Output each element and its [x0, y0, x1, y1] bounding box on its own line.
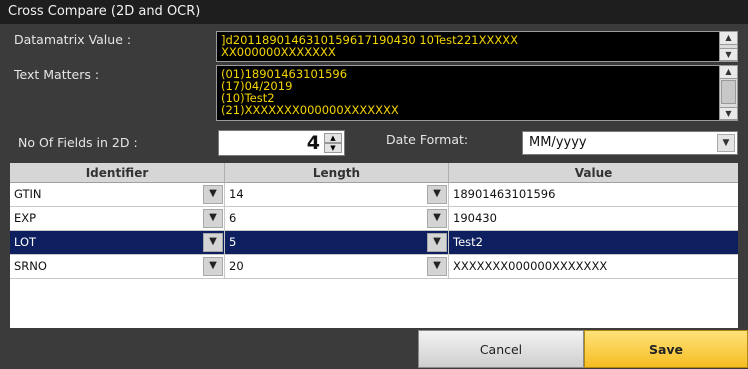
length-cell[interactable]: 5: [225, 231, 449, 254]
date-format-select[interactable]: MM/yyyy ▼: [522, 131, 738, 155]
length-cell[interactable]: 14: [225, 183, 449, 206]
text-matters-line-1: (01)18901463101596: [221, 67, 348, 81]
chevron-down-icon[interactable]: ▼: [203, 257, 223, 276]
length-cell[interactable]: 6: [225, 207, 449, 230]
identifier-grid: Identifier Length Value GTIN ▼ 14 ▼ 1890…: [10, 163, 738, 328]
fields-2d-value: 4: [306, 132, 320, 154]
identifier-cell[interactable]: EXP: [10, 207, 225, 230]
chevron-down-icon[interactable]: ▼: [203, 233, 223, 252]
table-row[interactable]: EXP ▼ 6 ▼ 190430: [10, 207, 738, 231]
chevron-down-icon[interactable]: ▼: [427, 185, 447, 204]
value-cell[interactable]: 18901463101596: [449, 183, 738, 206]
column-header-identifier[interactable]: Identifier: [10, 163, 225, 183]
column-header-value[interactable]: Value: [449, 163, 738, 183]
date-format-label: Date Format:: [386, 132, 469, 147]
window-title: Cross Compare (2D and OCR): [0, 0, 748, 24]
datamatrix-line-2: XX000000XXXXXXX: [221, 45, 336, 59]
length-cell[interactable]: 20: [225, 255, 449, 278]
save-button[interactable]: Save: [584, 330, 748, 368]
text-matters-field[interactable]: (01)18901463101596 (17)04/2019 (10)Test2…: [216, 65, 738, 121]
identifier-cell[interactable]: GTIN: [10, 183, 225, 206]
identifier-cell[interactable]: SRNO: [10, 255, 225, 278]
chevron-down-icon[interactable]: ▼: [203, 185, 223, 204]
table-row[interactable]: SRNO ▼ 20 ▼ XXXXXXX000000XXXXXXX: [10, 255, 738, 279]
scroll-down-icon[interactable]: ▼: [720, 107, 737, 120]
value-cell[interactable]: 190430: [449, 207, 738, 230]
identifier-cell[interactable]: LOT: [10, 231, 225, 254]
table-row-selected[interactable]: LOT ▼ 5 ▼ Test2: [10, 231, 738, 255]
column-header-length[interactable]: Length: [225, 163, 449, 183]
fields-2d-label: No Of Fields in 2D :: [18, 135, 138, 150]
scroll-up-icon[interactable]: ▲: [720, 66, 737, 79]
stepper-down-icon[interactable]: ▼: [324, 143, 342, 153]
datamatrix-value-field[interactable]: ]d2011890146310159617190430 10Test221XXX…: [216, 31, 738, 62]
text-matters-scrollbar[interactable]: ▲ ▼: [719, 66, 737, 120]
text-matters-label: Text Matters :: [14, 67, 100, 82]
chevron-down-icon[interactable]: ▼: [203, 209, 223, 228]
scroll-down-icon[interactable]: ▼: [720, 48, 737, 61]
fields-2d-stepper[interactable]: 4 ▲ ▼: [218, 130, 345, 156]
table-row[interactable]: GTIN ▼ 14 ▼ 18901463101596: [10, 183, 738, 207]
chevron-down-icon[interactable]: ▼: [717, 134, 735, 152]
value-cell[interactable]: Test2: [449, 231, 738, 254]
datamatrix-label: Datamatrix Value :: [14, 32, 132, 47]
cross-compare-dialog: Cross Compare (2D and OCR) Datamatrix Va…: [0, 0, 748, 368]
chevron-down-icon[interactable]: ▼: [427, 233, 447, 252]
text-matters-line-2: (17)04/2019: [221, 79, 293, 93]
scroll-up-icon[interactable]: ▲: [720, 32, 737, 45]
value-cell[interactable]: XXXXXXX000000XXXXXXX: [449, 255, 738, 278]
chevron-down-icon[interactable]: ▼: [427, 257, 447, 276]
cancel-button[interactable]: Cancel: [418, 330, 584, 368]
chevron-down-icon[interactable]: ▼: [427, 209, 447, 228]
date-format-value: MM/yyyy: [529, 135, 587, 150]
stepper-up-icon[interactable]: ▲: [324, 133, 342, 143]
datamatrix-scrollbar[interactable]: ▲ ▼: [719, 32, 737, 61]
text-matters-line-4: (21)XXXXXXX000000XXXXXXX: [221, 103, 399, 117]
scroll-thumb[interactable]: [721, 80, 736, 104]
